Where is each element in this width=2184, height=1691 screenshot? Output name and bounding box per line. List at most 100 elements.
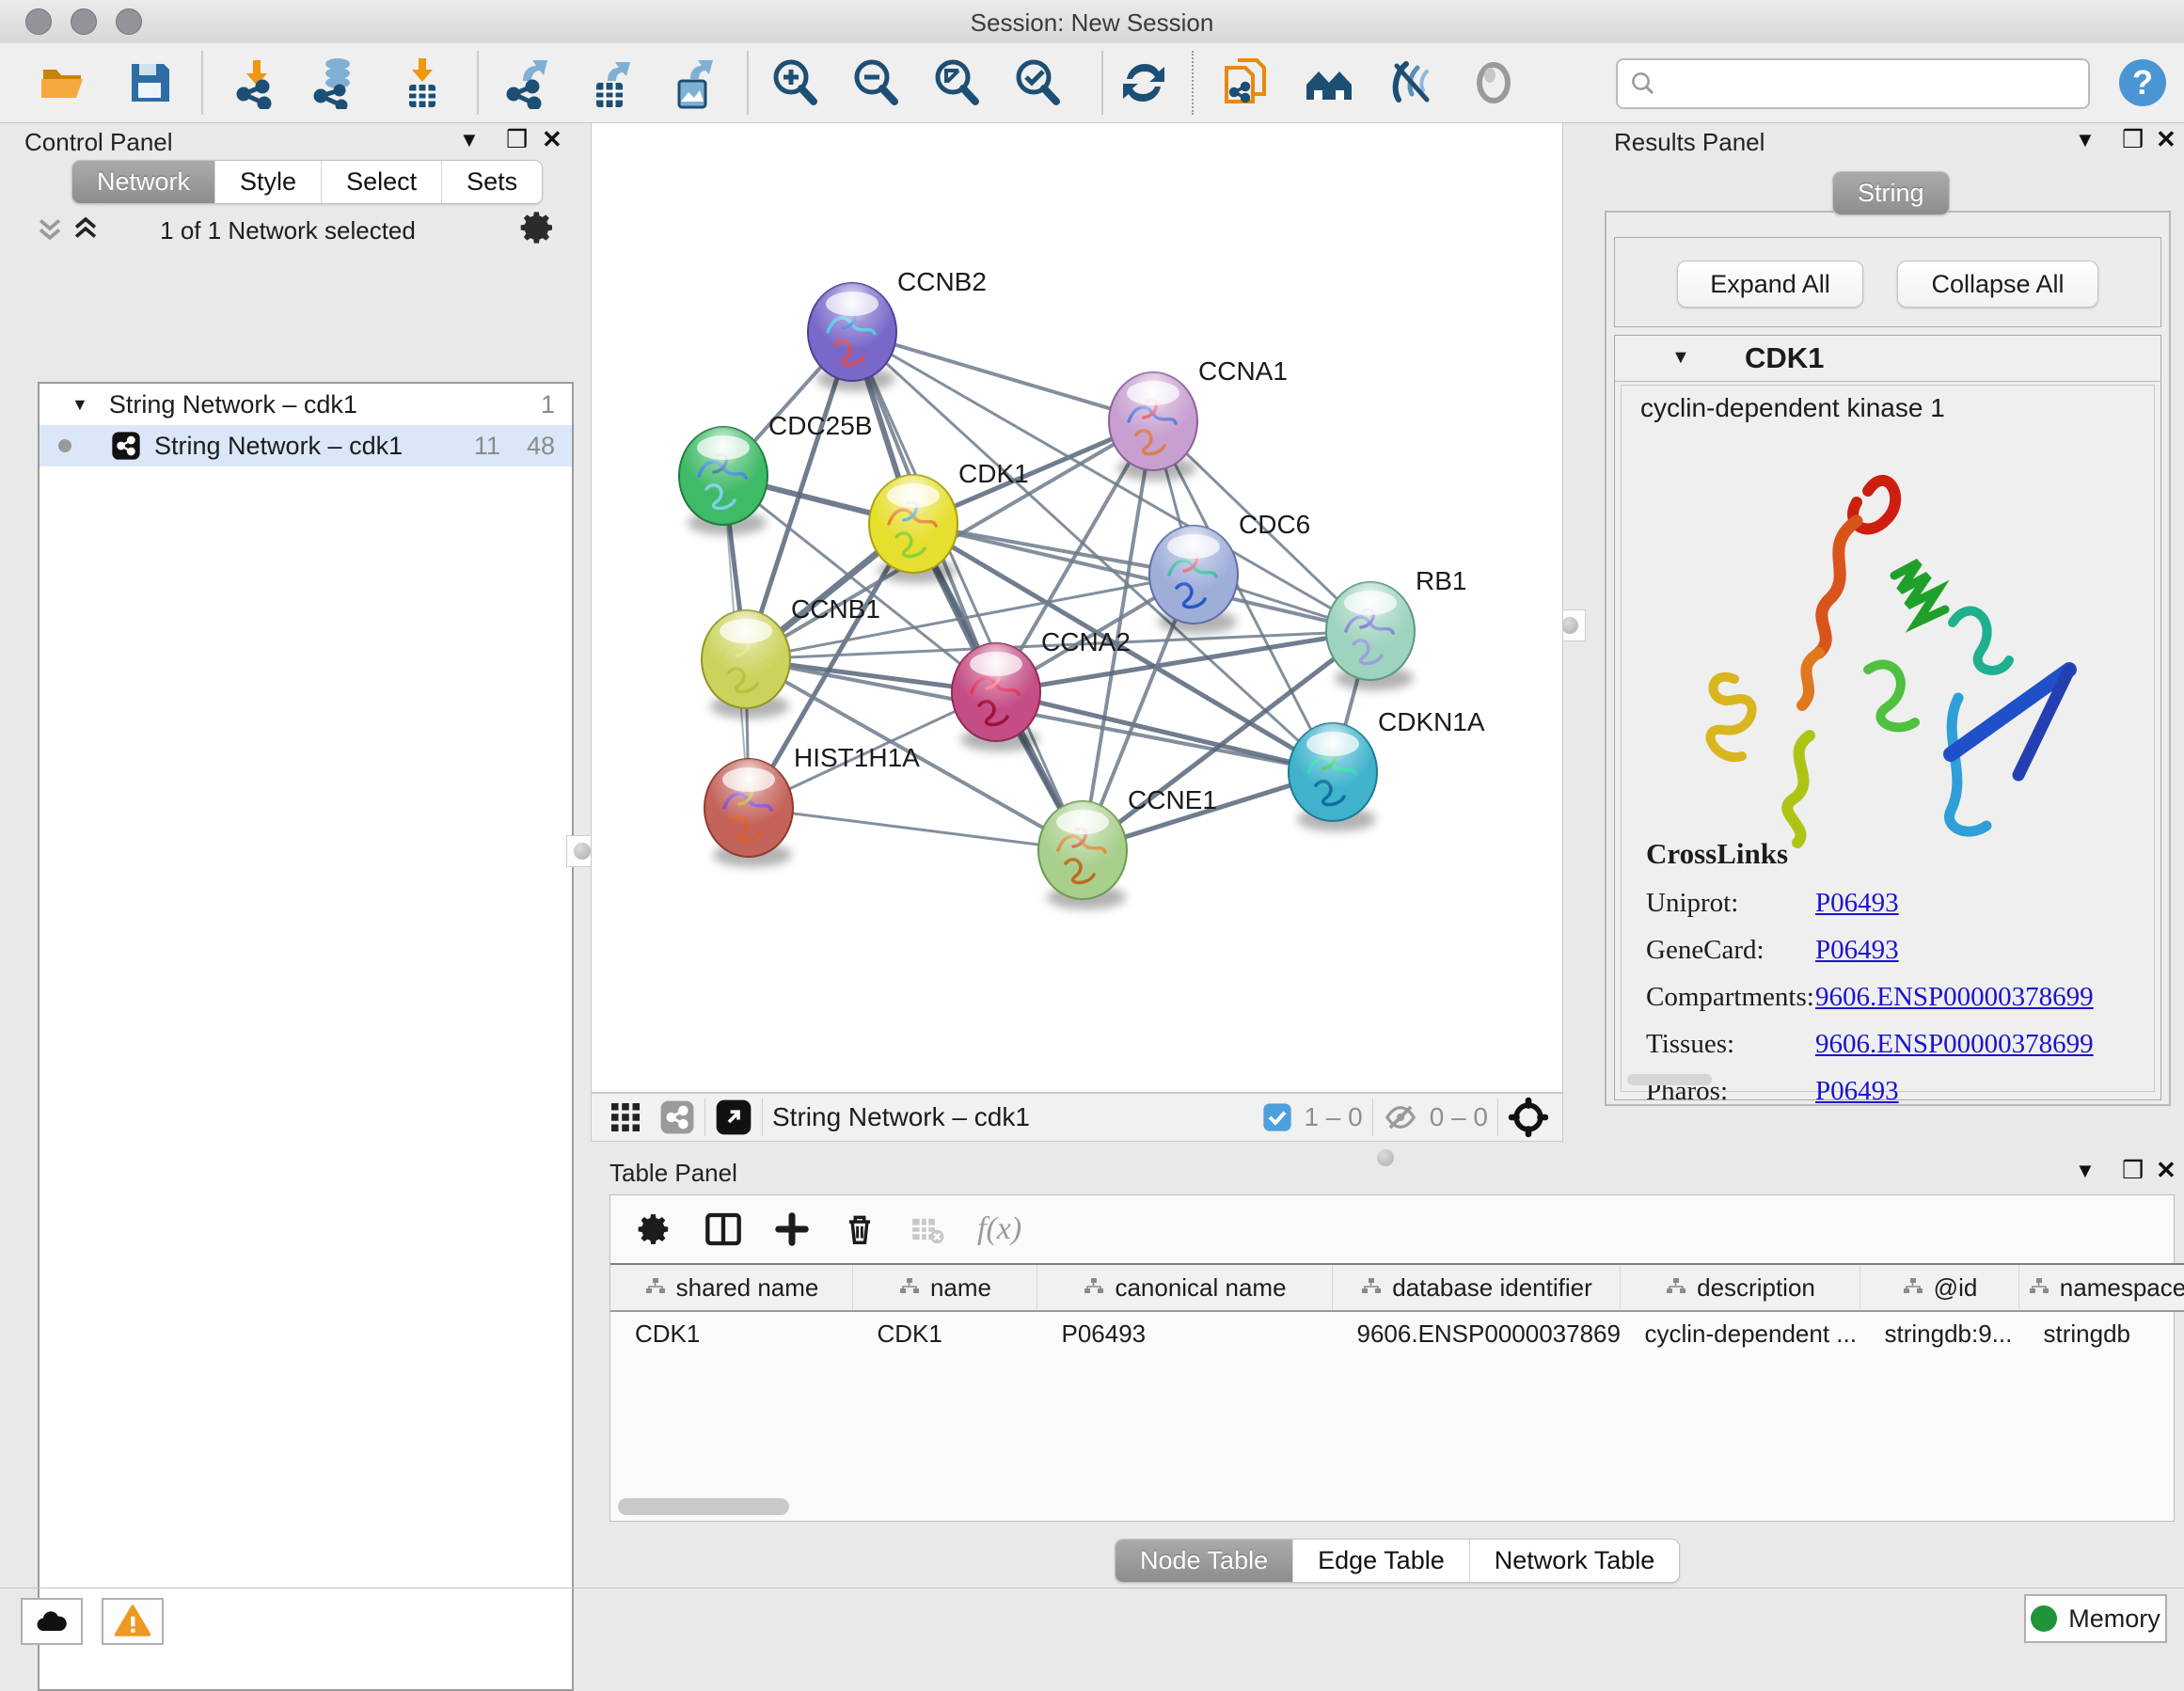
node-CDC6[interactable]: CDC6 [1149,510,1310,634]
tab-edge-table[interactable]: Edge Table [1292,1540,1469,1582]
crosslink-row: GeneCard:P06493 [1646,935,2135,966]
crosslinks-section: CrossLinks Uniprot:P06493GeneCard:P06493… [1646,837,2135,1123]
edge-CCNE1-HIST1H1A[interactable] [749,808,1083,850]
search-field-wrap [1616,58,2090,109]
table-row[interactable]: CDK1CDK1P064939606.ENSP00000378699cyclin… [610,1311,2184,1355]
tab-style[interactable]: Style [214,161,321,203]
collapse-all-button[interactable]: Collapse All [1897,261,2098,308]
string-network-graph: CCNB2CCNA1CDC25BCDK1CDC6RB1CCNB1CCNA2CDK… [592,123,1562,1092]
toolbar-separator [1101,51,1103,115]
export-table-icon[interactable] [587,56,640,109]
memory-button[interactable]: Memory [2024,1594,2167,1643]
table-panel-close-icon[interactable]: ✕ [2156,1158,2176,1182]
crosslink-link[interactable]: P06493 [1815,1076,1899,1107]
table-cell: cyclin-dependent ... [1621,1311,1860,1355]
node-CDK1[interactable]: CDK1 [869,459,1029,583]
toolbar-separator [747,51,749,115]
node-RB1[interactable]: RB1 [1326,566,1466,690]
save-session-icon[interactable] [124,56,177,109]
network-canvas[interactable]: CCNB2CCNA1CDC25BCDK1CDC6RB1CCNB1CCNA2CDK… [591,122,1563,1093]
network-row[interactable]: String Network – cdk1 11 48 [40,425,572,466]
grid-view-icon[interactable] [609,1100,642,1134]
column-header-shared-name[interactable]: shared name [610,1264,853,1311]
node-HIST1H1A[interactable]: HIST1H1A [704,743,920,867]
cdk1-card-header[interactable]: ▼ CDK1 [1615,336,2160,382]
crosslink-row: Uniprot:P06493 [1646,888,2135,919]
home-layout-icon[interactable] [1303,56,1355,109]
search-input[interactable] [1665,69,2088,100]
open-session-icon[interactable] [38,56,90,109]
zoom-in-icon[interactable] [768,56,821,109]
zoom-out-icon[interactable] [849,56,902,109]
results-panel-close-icon[interactable]: ✕ [2156,127,2176,151]
tab-node-table[interactable]: Node Table [1116,1540,1292,1582]
birds-eye-view-icon[interactable] [715,1098,752,1136]
import-network-icon[interactable] [230,56,283,109]
warnings-button[interactable] [102,1598,164,1645]
tab-sets[interactable]: Sets [441,161,542,203]
create-column-icon[interactable] [774,1211,810,1247]
table-hscrollbar-thumb[interactable] [618,1498,789,1515]
zoom-selected-icon[interactable] [1011,56,1064,109]
help-icon[interactable]: ? [2116,56,2169,109]
results-panel-float-icon[interactable]: ❒ [2122,127,2144,151]
crosslink-link[interactable]: P06493 [1815,935,1899,966]
table-options-gear-icon[interactable] [637,1211,673,1247]
copy-network-icon[interactable] [1219,56,1272,109]
network-options-gear-icon[interactable] [519,209,557,246]
crosslink-row: Pharos:P06493 [1646,1076,2135,1107]
status-bar: Memory [0,1588,2184,1651]
cdk1-collapse-icon[interactable]: ▼ [1671,347,1690,369]
crosslink-link[interactable]: 9606.ENSP00000378699 [1815,982,2094,1013]
results-panel-menu-icon[interactable]: ▼ [2075,130,2096,150]
edge-count: 48 [527,432,555,461]
tab-network[interactable]: Network [72,161,214,203]
node-CDKN1A[interactable]: CDKN1A [1289,707,1485,831]
selected-checkbox-icon[interactable] [1262,1102,1292,1132]
refresh-icon[interactable] [1117,56,1170,109]
tab-network-table[interactable]: Network Table [1469,1540,1680,1582]
node-CCNE1[interactable]: CCNE1 [1038,785,1217,909]
delete-column-icon[interactable] [842,1211,878,1247]
column-header-description[interactable]: description [1621,1264,1860,1311]
edge-CCNB2-CCNE1[interactable] [852,332,1083,850]
column-header-canonical-name[interactable]: canonical name [1037,1264,1333,1311]
crosslink-link[interactable]: P06493 [1815,888,1899,919]
collection-label: String Network – cdk1 [109,390,357,419]
crosslink-label: Tissues: [1646,1029,1815,1060]
export-network-icon[interactable] [502,56,555,109]
column-header-namespace[interactable]: namespace [2019,1264,2184,1311]
node-CCNA1[interactable]: CCNA1 [1109,356,1288,481]
cloud-button[interactable] [21,1598,83,1645]
table-panel-menu-icon[interactable]: ▼ [2075,1161,2096,1181]
zoom-fit-icon[interactable] [930,56,983,109]
control-panel-float-icon[interactable]: ❒ [506,127,528,151]
edge-CCNA2-CDKN1A[interactable] [996,692,1333,772]
cdk1-card-title: CDK1 [1745,341,1824,375]
column-header-name[interactable]: name [853,1264,1037,1311]
string-view-icon[interactable] [659,1099,695,1135]
fit-selected-target-icon[interactable] [1508,1097,1549,1138]
tab-string[interactable]: String [1833,172,1949,214]
column-header-database-identifier[interactable]: database identifier [1333,1264,1621,1311]
cdk1-card-body: cyclin-dependent kinase 1 CrossLinks Uni… [1621,385,2155,1092]
table-panel-float-icon[interactable]: ❒ [2122,1158,2144,1182]
import-table-icon[interactable] [396,56,449,109]
crosslink-link[interactable]: 9606.ENSP00000378699 [1815,1029,2094,1060]
card-hscrollbar[interactable] [1627,1074,1712,1085]
node-label-CCNB1: CCNB1 [791,594,880,624]
import-network-database-icon[interactable] [309,56,362,109]
hide-panels-icon[interactable] [1385,56,1438,109]
network-collection-row[interactable]: ▼ String Network – cdk1 1 [40,384,572,425]
control-panel-menu-icon[interactable]: ▼ [459,130,480,150]
export-image-icon[interactable] [668,56,720,109]
edge-CCNB2-CCNA1[interactable] [852,332,1153,421]
show-columns-icon[interactable] [704,1210,742,1248]
control-panel-close-icon[interactable]: ✕ [542,127,562,151]
show-panels-icon[interactable] [1467,56,1520,109]
net-toolbar-separator [704,1098,705,1136]
collection-expand-icon[interactable]: ▼ [71,395,88,415]
column-header--id[interactable]: @id [1860,1264,2019,1311]
expand-all-button[interactable]: Expand All [1677,261,1863,308]
tab-select[interactable]: Select [321,161,441,203]
